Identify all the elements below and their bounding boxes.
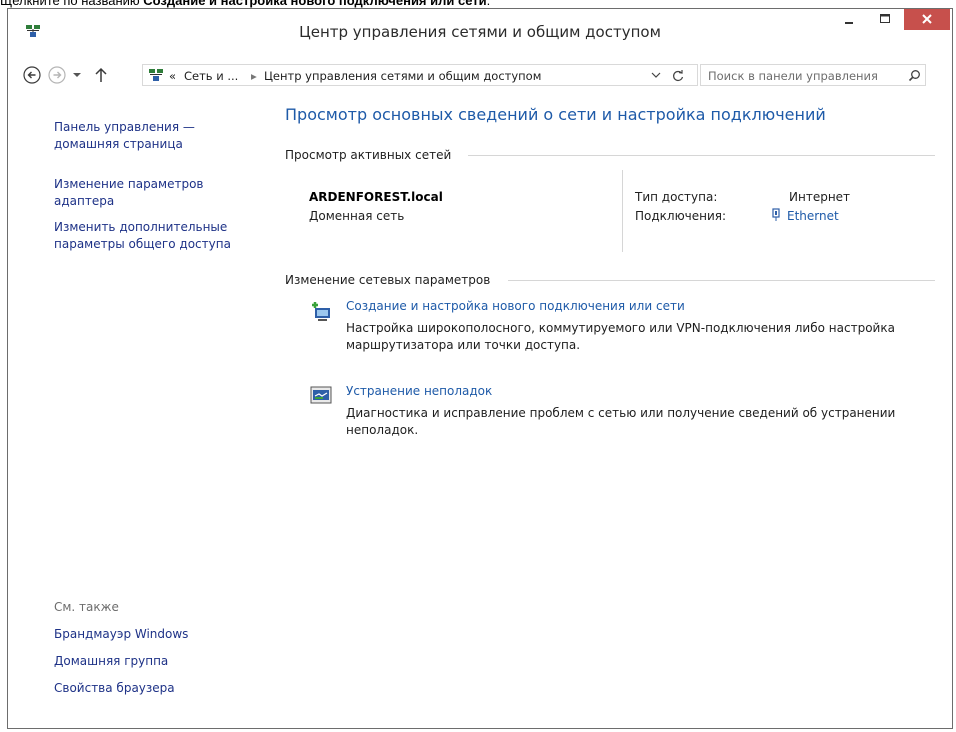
- ethernet-connection-link[interactable]: Ethernet: [787, 209, 839, 223]
- minimize-button[interactable]: [835, 9, 863, 31]
- breadcrumb-overflow-chevron[interactable]: «: [169, 69, 176, 83]
- change-settings-header: Изменение сетевых параметров: [285, 273, 491, 287]
- sidebar: Панель управления — домашняя страница Изм…: [8, 93, 268, 723]
- address-bar[interactable]: « Сеть и ... ▸ Центр управления сетями и…: [142, 64, 698, 86]
- search-input[interactable]: Поиск в панели управления: [700, 64, 926, 86]
- network-center-small-icon: [149, 69, 163, 81]
- refresh-icon[interactable]: [672, 69, 684, 82]
- window-title: Центр управления сетями и общим доступом: [299, 23, 661, 41]
- main-content: Просмотр основных сведений о сети и наст…: [285, 93, 935, 713]
- close-button[interactable]: [904, 9, 950, 30]
- instruction-text: Щелкните по названию Создание и настройк…: [0, 0, 491, 8]
- section-divider: [508, 280, 935, 281]
- network-name: ARDENFOREST.local: [309, 190, 443, 204]
- new-connection-icon: [312, 302, 330, 321]
- search-placeholder: Поиск в панели управления: [708, 69, 878, 83]
- new-connection-description: Настройка широкополосного, коммутируемог…: [346, 321, 895, 352]
- close-icon: [922, 14, 932, 24]
- page-title: Просмотр основных сведений о сети и наст…: [285, 105, 826, 124]
- troubleshoot-link[interactable]: Устранение неполадок: [346, 384, 492, 398]
- breadcrumb-separator[interactable]: ▸: [251, 69, 257, 83]
- forward-icon[interactable]: [48, 66, 66, 84]
- vertical-divider: [622, 170, 623, 252]
- minimize-icon: [845, 22, 853, 24]
- see-also-caption: См. также: [54, 600, 119, 614]
- network-type: Доменная сеть: [309, 209, 405, 223]
- control-panel-window: Центр управления сетями и общим доступом: [7, 8, 953, 729]
- search-icon[interactable]: [908, 69, 921, 82]
- sidebar-firewall-link[interactable]: Брандмауэр Windows: [54, 626, 188, 643]
- address-row: « Сеть и ... ▸ Центр управления сетями и…: [8, 60, 952, 92]
- back-icon[interactable]: [23, 66, 41, 84]
- maximize-icon: [880, 14, 890, 23]
- active-networks-header: Просмотр активных сетей: [285, 148, 452, 162]
- sidebar-browser-properties-link[interactable]: Свойства браузера: [54, 680, 175, 697]
- address-dropdown-icon[interactable]: [651, 72, 661, 80]
- ethernet-icon: [772, 208, 780, 221]
- troubleshoot-icon: [310, 386, 332, 404]
- section-divider: [468, 155, 935, 156]
- sidebar-adapter-settings-link[interactable]: Изменение параметров адаптера: [54, 176, 204, 210]
- sidebar-advanced-sharing-link[interactable]: Изменить дополнительные параметры общего …: [54, 219, 231, 253]
- breadcrumb-network-center[interactable]: Центр управления сетями и общим доступом: [264, 69, 541, 83]
- new-connection-link[interactable]: Создание и настройка нового подключения …: [346, 299, 685, 313]
- access-type-value: Интернет: [789, 190, 851, 204]
- breadcrumb-network-internet[interactable]: Сеть и ...: [184, 69, 238, 83]
- sidebar-home-link[interactable]: Панель управления — домашняя страница: [54, 119, 195, 153]
- up-arrow-icon[interactable]: [94, 67, 108, 83]
- troubleshoot-description: Диагностика и исправление проблем с сеть…: [346, 406, 896, 437]
- access-type-label: Тип доступа:: [635, 190, 718, 204]
- connections-label: Подключения:: [635, 209, 727, 223]
- sidebar-homegroup-link[interactable]: Домашняя группа: [54, 653, 168, 670]
- title-bar[interactable]: Центр управления сетями и общим доступом: [8, 9, 952, 59]
- recent-pages-dropdown-icon[interactable]: [72, 70, 82, 80]
- maximize-button[interactable]: [871, 9, 899, 31]
